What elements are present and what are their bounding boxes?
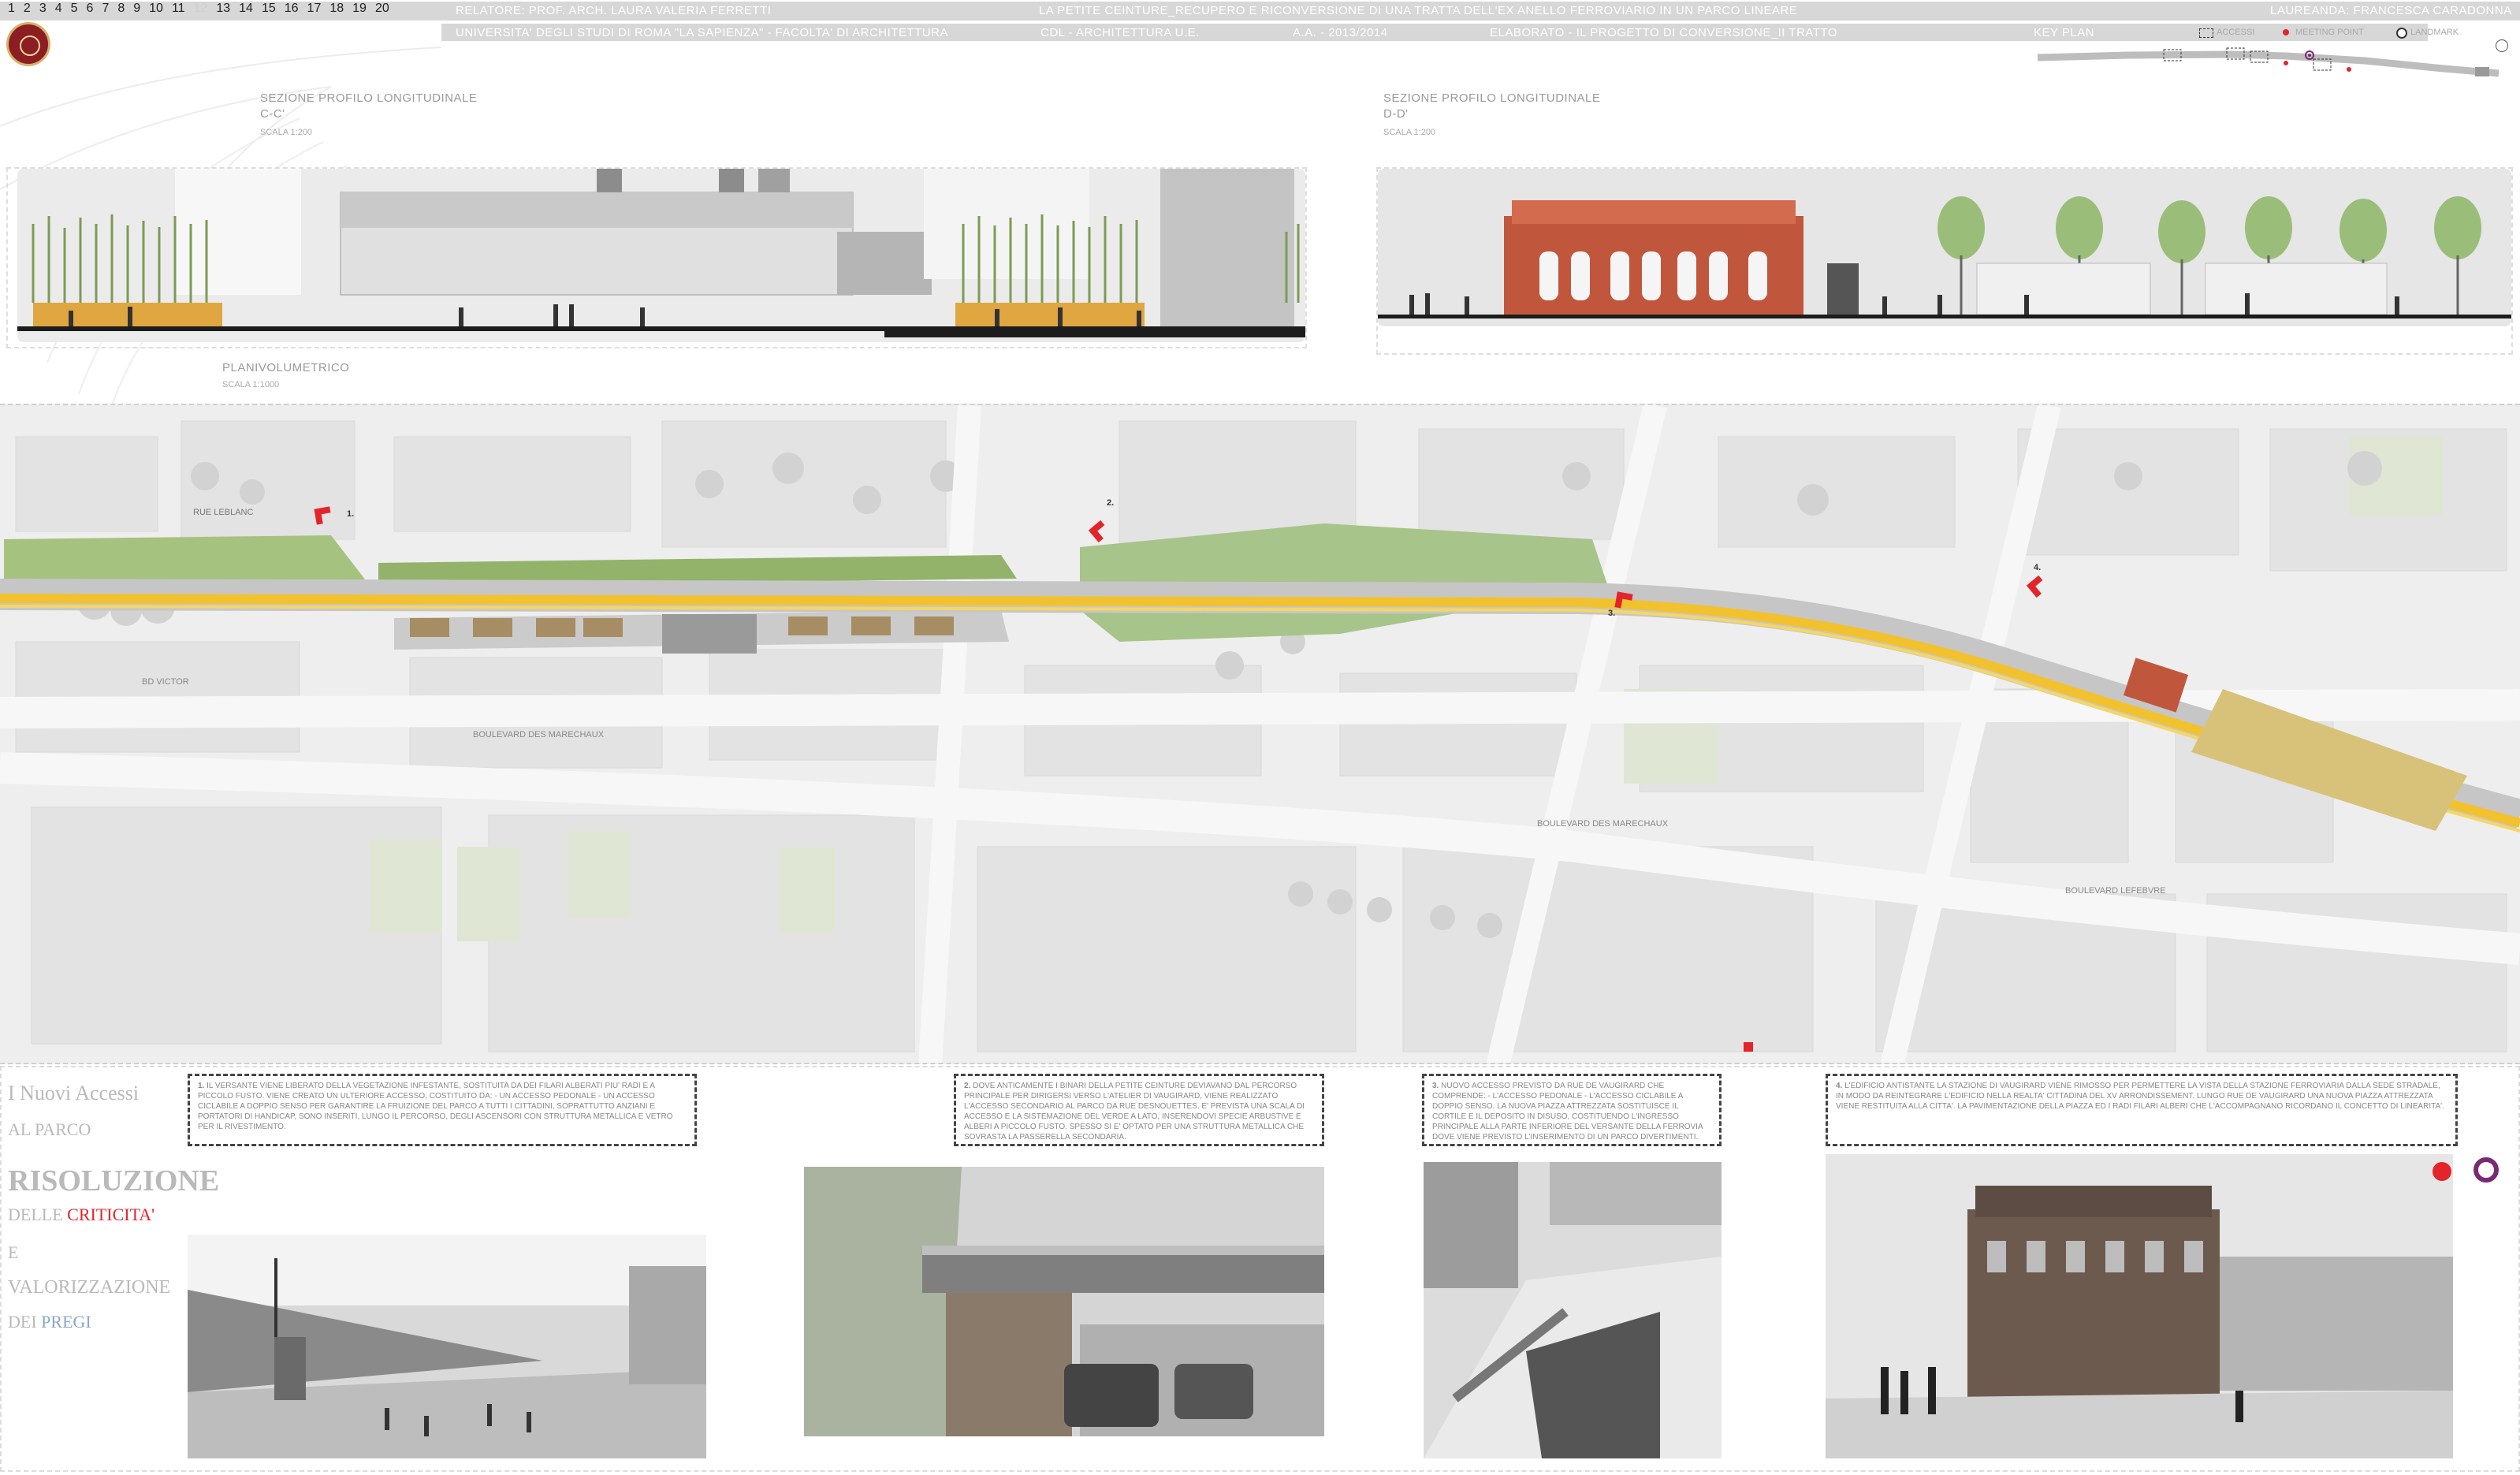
page-number-8[interactable]: 8 (117, 2, 125, 15)
page-numbers: 1 2 3 4 5 6 7 8 9 10 11 12 13 14 15 16 17 18 19 20 (8, 2, 398, 16)
side-title-delle: DELLE (8, 1205, 68, 1224)
side-title-pregi: PREGI (41, 1312, 91, 1332)
side-title-pregi-line: DEI PREGI (8, 1312, 91, 1332)
render-access-4-station (1826, 1154, 2453, 1458)
page-number-11[interactable]: 11 (172, 2, 185, 15)
side-title-criticita-line: DELLE CRITICITA' (8, 1205, 154, 1225)
elaborato-label: ELABORATO - IL PROGETTO DI CONVERSIONE_I… (1490, 26, 1838, 39)
access-marker-1-label: 1. (347, 509, 355, 519)
page-number-2[interactable]: 2 (24, 2, 31, 15)
access-4-description: 4. L'EDIFICIO ANTISTANTE LA STAZIONE DI … (1826, 1074, 2458, 1146)
legend-meeting-point-icon (2283, 29, 2289, 35)
legend-meeting-point-label: MEETING POINT (2295, 28, 2364, 37)
page-number-6[interactable]: 6 (87, 2, 94, 15)
section-cc-code: C-C' (260, 107, 285, 121)
access-4-text: L'EDIFICIO ANTISTANTE LA STAZIONE DI VAU… (1836, 1082, 2444, 1111)
render-access-1-street (188, 1235, 706, 1458)
render-access-3-plaza (1424, 1162, 1722, 1458)
page-number-12[interactable]: 12 (194, 2, 208, 15)
section-dd-title: SEZIONE PROFILO LONGITUDINALE (1383, 91, 1601, 105)
page-number-19[interactable]: 19 (352, 2, 367, 15)
meeting-point-icon (2433, 1162, 2451, 1181)
legend-landmark-icon (2396, 28, 2407, 39)
access-1-number: 1. (198, 1082, 205, 1090)
side-title-dei: DEI (8, 1312, 42, 1332)
side-title-e: E (8, 1242, 19, 1262)
section-cc-drawing (17, 169, 1305, 342)
access-marker-4-label: 4. (2034, 563, 2042, 572)
access-1-text: IL VERSANTE VIENE LIBERATO DELLA VEGETAZ… (198, 1082, 673, 1131)
section-dd-code: D-D' (1383, 107, 1409, 121)
street-label-bd-marechaux: BOULEVARD DES MARECHAUX (473, 730, 605, 739)
page-number-9[interactable]: 9 (133, 2, 140, 15)
section-dd-scale: SCALA 1:200 (1383, 128, 1436, 137)
planivolumetric-map: 1. 2. 3. 4. RUE LEBLANC BD VICTOR BOULEV… (0, 404, 2520, 1064)
course-label: CDL - ARCHITETTURA U.E. (1040, 26, 1200, 39)
street-label-rue-leblanc: RUE LEBLANC (193, 508, 254, 517)
page-number-18[interactable]: 18 (329, 2, 344, 15)
legend-accessi-label: ACCESSI (2217, 28, 2255, 37)
access-1-description: 1. IL VERSANTE VIENE LIBERATO DELLA VEGE… (188, 1074, 697, 1146)
access-2-description: 2. DOVE ANTICAMENTE I BINARI DELLA PETIT… (954, 1074, 1324, 1146)
page-number-7[interactable]: 7 (102, 2, 109, 15)
side-title-al-parco: AL PARCO (8, 1119, 91, 1139)
access-2-text: DOVE ANTICAMENTE I BINARI DELLA PETITE C… (964, 1082, 1305, 1142)
street-label-bd-victor: BD VICTOR (142, 677, 189, 687)
access-3-text: NUOVO ACCESSO PREVISTO DA RUE DE VAUGIRA… (1432, 1082, 1703, 1142)
page-number-4[interactable]: 4 (55, 2, 62, 15)
render-access-2-bridge (804, 1167, 1324, 1436)
page-number-17[interactable]: 17 (307, 2, 322, 15)
access-marker-3-label: 3. (1608, 609, 1616, 618)
legend-accessi-icon (2199, 28, 2213, 38)
section-cc-scale: SCALA 1:200 (260, 128, 313, 137)
page-number-1[interactable]: 1 (8, 2, 15, 15)
plan-scale: SCALA 1:1000 (222, 380, 280, 389)
section-cc-title: SEZIONE PROFILO LONGITUDINALE (260, 91, 478, 105)
plan-title: PLANIVOLUMETRICO (222, 361, 350, 374)
laureanda-label: LAUREANDA: FRANCESCA CARADONNA (2270, 4, 2512, 17)
side-title-criticita: CRITICITA' (67, 1205, 155, 1224)
page-number-14[interactable]: 14 (239, 2, 253, 15)
page-number-5[interactable]: 5 (71, 2, 78, 15)
access-4-number: 4. (1836, 1082, 1843, 1090)
year-label: A.A. - 2013/2014 (1293, 26, 1388, 39)
page-number-15[interactable]: 15 (262, 2, 276, 15)
access-3-description: 3. NUOVO ACCESSO PREVISTO DA RUE DE VAUG… (1422, 1074, 1722, 1146)
page-number-10[interactable]: 10 (149, 2, 163, 15)
landmark-icon (2473, 1157, 2499, 1183)
key-plan-map (2037, 47, 2500, 77)
page-number-13[interactable]: 13 (216, 2, 230, 15)
section-dd-drawing (1378, 169, 2511, 326)
side-title-risoluzione: RISOLUZIONE (8, 1164, 220, 1198)
street-label-bd-lefebvre: BOULEVARD LEFEBVRE (2065, 886, 2166, 896)
legend-landmark-label: LANDMARK (2410, 28, 2459, 37)
access-marker-2-label: 2. (1107, 498, 1115, 508)
university-label: UNIVERSITA' DEGLI STUDI DI ROMA "LA SAPI… (456, 26, 948, 39)
side-title-nuovi-accessi: I Nuovi Accessi (8, 1082, 140, 1104)
project-title: LA PETITE CEINTURE_RECUPERO E RICONVERSI… (1039, 4, 1798, 17)
street-label-bd-marechaux-2: BOULEVARD DES MARECHAUX (1537, 819, 1669, 829)
key-plan-label: KEY PLAN (2034, 26, 2095, 39)
side-title-valorizzazione: VALORIZZAZIONE (8, 1277, 171, 1298)
relatore-label: RELATORE: PROF. ARCH. LAURA VALERIA FERR… (456, 4, 772, 17)
page-number-20[interactable]: 20 (375, 2, 389, 15)
access-2-number: 2. (964, 1082, 971, 1090)
page-number-3[interactable]: 3 (39, 2, 47, 15)
page-number-16[interactable]: 16 (285, 2, 299, 15)
access-3-number: 3. (1432, 1082, 1439, 1090)
